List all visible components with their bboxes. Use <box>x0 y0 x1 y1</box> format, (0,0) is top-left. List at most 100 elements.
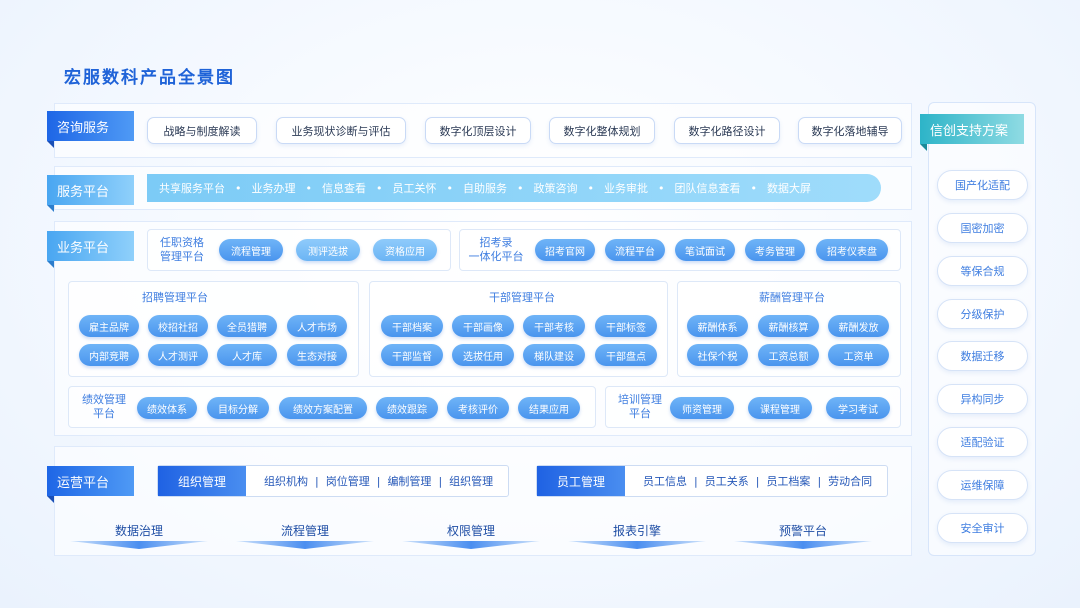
salary-item[interactable]: 薪酬核算 <box>758 315 819 337</box>
cadre-item[interactable]: 干部画像 <box>452 315 514 337</box>
ops-bottom-item[interactable]: 数据治理 <box>70 522 208 539</box>
perf-item[interactable]: 考核评价 <box>447 397 509 419</box>
org-item[interactable]: 编制管理 <box>387 473 431 489</box>
service-item[interactable]: 共享服务平台 <box>159 180 225 196</box>
training-item[interactable]: 师资管理 <box>670 397 734 419</box>
org-item[interactable]: 岗位管理 <box>326 473 370 489</box>
salary-item[interactable]: 社保个税 <box>687 344 748 366</box>
arrow-shape <box>236 541 374 549</box>
training-item[interactable]: 课程管理 <box>748 397 812 419</box>
org-item[interactable]: 组织机构 <box>264 473 308 489</box>
service-label: 服务平台 <box>47 175 134 212</box>
salary-item[interactable]: 薪酬发放 <box>828 315 889 337</box>
service-item[interactable]: 自助服务 <box>463 180 507 196</box>
service-item[interactable]: 业务审批 <box>604 180 648 196</box>
org-item[interactable]: 组织管理 <box>449 473 493 489</box>
perf-item[interactable]: 结果应用 <box>518 397 580 419</box>
service-item[interactable]: 数据大屏 <box>767 180 811 196</box>
service-item[interactable]: 政策咨询 <box>534 180 578 196</box>
emp-item[interactable]: 员工关系 <box>705 473 749 489</box>
org-box: 组织管理 组织机构 | 岗位管理 | 编制管理 | 组织管理 <box>157 465 509 497</box>
ops-label: 运营平台 <box>47 466 134 503</box>
ops-bottom-arrows <box>70 541 872 549</box>
exam-item[interactable]: 招考仪表盘 <box>816 239 888 261</box>
consulting-label: 咨询服务 <box>47 111 134 148</box>
cadre-title: 干部管理平台 <box>489 291 555 304</box>
recruit-item[interactable]: 雇主品牌 <box>79 315 139 337</box>
emp-item[interactable]: 员工档案 <box>766 473 810 489</box>
exam-item[interactable]: 流程平台 <box>605 239 665 261</box>
service-item[interactable]: 业务办理 <box>252 180 296 196</box>
arrow-shape <box>734 541 872 549</box>
service-item[interactable]: 信息查看 <box>322 180 366 196</box>
xinchuang-item[interactable]: 适配验证 <box>937 427 1028 457</box>
xinchuang-item[interactable]: 国产化适配 <box>937 170 1028 200</box>
consulting-item[interactable]: 数字化落地辅导 <box>798 117 902 144</box>
arrow-shape <box>402 541 540 549</box>
recruit-item[interactable]: 人才测评 <box>148 344 208 366</box>
xinchuang-item[interactable]: 分级保护 <box>937 299 1028 329</box>
training-label: 培训管理 平台 <box>618 393 662 420</box>
perf-label: 绩效管理 平台 <box>82 393 126 420</box>
recruit-item[interactable]: 人才市场 <box>287 315 347 337</box>
tenure-item[interactable]: 流程管理 <box>219 239 283 261</box>
emp-item[interactable]: 员工信息 <box>643 473 687 489</box>
salary-item[interactable]: 工资总额 <box>758 344 819 366</box>
tenure-item[interactable]: 测评选拔 <box>296 239 360 261</box>
cadre-item[interactable]: 干部盘点 <box>595 344 657 366</box>
emp-head[interactable]: 员工管理 <box>537 466 625 496</box>
cadre-item[interactable]: 干部监督 <box>381 344 443 366</box>
training-item[interactable]: 学习考试 <box>826 397 890 419</box>
xinchuang-item[interactable]: 等保合规 <box>937 256 1028 286</box>
salary-item[interactable]: 工资单 <box>828 344 889 366</box>
xinchuang-item[interactable]: 运维保障 <box>937 470 1028 500</box>
cadre-item[interactable]: 干部考核 <box>523 315 585 337</box>
cadre-item[interactable]: 干部标签 <box>595 315 657 337</box>
xinchuang-item[interactable]: 国密加密 <box>937 213 1028 243</box>
exam-item[interactable]: 招考官网 <box>535 239 595 261</box>
cadre-item[interactable]: 干部档案 <box>381 315 443 337</box>
business-label: 业务平台 <box>47 231 134 268</box>
perf-item[interactable]: 目标分解 <box>207 397 269 419</box>
emp-item[interactable]: 劳动合同 <box>828 473 872 489</box>
salary-item[interactable]: 薪酬体系 <box>687 315 748 337</box>
service-item[interactable]: 团队信息查看 <box>675 180 741 196</box>
consulting-item[interactable]: 战略与制度解读 <box>147 117 257 144</box>
exam-item[interactable]: 笔试面试 <box>675 239 735 261</box>
org-items: 组织机构 | 岗位管理 | 编制管理 | 组织管理 <box>264 473 494 489</box>
xinchuang-item[interactable]: 数据迁移 <box>937 341 1028 371</box>
xinchuang-item[interactable]: 异构同步 <box>937 384 1028 414</box>
page-title: 宏服数科产品全景图 <box>64 68 235 88</box>
recruit-item[interactable]: 人才库 <box>217 344 277 366</box>
consulting-item[interactable]: 数字化整体规划 <box>549 117 655 144</box>
ops-bottom-item[interactable]: 报表引擎 <box>568 522 706 539</box>
perf-item[interactable]: 绩效方案配置 <box>279 397 367 419</box>
cadre-item[interactable]: 梯队建设 <box>523 344 585 366</box>
perf-item[interactable]: 绩效体系 <box>137 397 197 419</box>
xinchuang-item[interactable]: 安全审计 <box>937 513 1028 543</box>
exam-label: 招考录 一体化平台 <box>468 236 524 263</box>
ops-bottom-item[interactable]: 流程管理 <box>236 522 374 539</box>
emp-box: 员工管理 员工信息 | 员工关系 | 员工档案 | 劳动合同 <box>536 465 888 497</box>
arrow-shape <box>70 541 208 549</box>
org-head[interactable]: 组织管理 <box>158 466 246 496</box>
service-item[interactable]: 员工关怀 <box>393 180 437 196</box>
service-band: 共享服务平台 • 业务办理 • 信息查看 • 员工关怀 • 自助服务 • 政策咨询 • 业务… <box>147 174 881 202</box>
recruit-item[interactable]: 校招社招 <box>148 315 208 337</box>
ops-bottom-item[interactable]: 权限管理 <box>402 522 540 539</box>
xinchuang-label: 信创支持方案 <box>920 114 1024 151</box>
emp-items: 员工信息 | 员工关系 | 员工档案 | 劳动合同 <box>643 473 873 489</box>
consulting-item[interactable]: 数字化顶层设计 <box>425 117 531 144</box>
recruit-item[interactable]: 生态对接 <box>287 344 347 366</box>
consulting-item[interactable]: 业务现状诊断与评估 <box>276 117 406 144</box>
salary-title: 薪酬管理平台 <box>759 291 825 304</box>
ops-bottom-item[interactable]: 预警平台 <box>734 522 872 539</box>
recruit-item[interactable]: 全员猎聘 <box>217 315 277 337</box>
tenure-item[interactable]: 资格应用 <box>373 239 437 261</box>
recruit-item[interactable]: 内部竞聘 <box>79 344 139 366</box>
perf-item[interactable]: 绩效跟踪 <box>376 397 438 419</box>
consulting-item[interactable]: 数字化路径设计 <box>674 117 780 144</box>
exam-item[interactable]: 考务管理 <box>745 239 805 261</box>
arrow-shape <box>568 541 706 549</box>
cadre-item[interactable]: 选拔任用 <box>452 344 514 366</box>
